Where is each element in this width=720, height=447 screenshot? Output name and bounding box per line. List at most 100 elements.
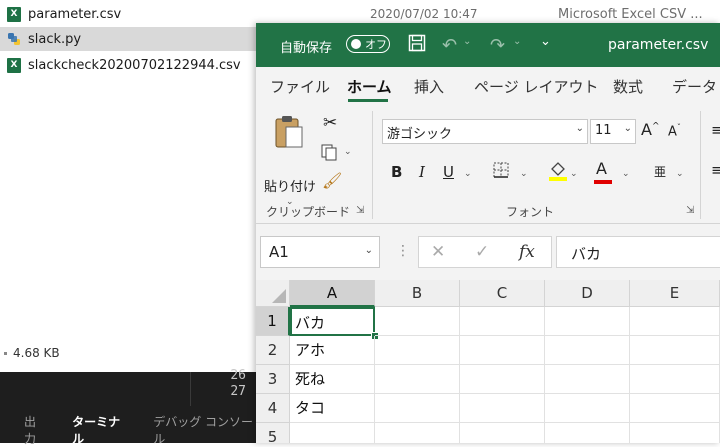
chevron-down-icon[interactable]: ⌄ xyxy=(344,147,352,157)
fill-color-icon[interactable] xyxy=(548,159,568,185)
format-painter-icon[interactable]: 🖌 xyxy=(322,171,342,190)
dialog-launcher-icon[interactable]: ⇲ xyxy=(686,205,694,216)
cell[interactable] xyxy=(375,423,460,443)
row-header-1[interactable]: 1 xyxy=(256,307,290,336)
column-header-d[interactable]: D xyxy=(545,280,630,307)
undo-icon[interactable]: ↶ xyxy=(442,35,457,56)
tab-insert[interactable]: 挿入 xyxy=(414,76,444,97)
chevron-down-icon[interactable]: ⌄ xyxy=(676,169,684,179)
cell-a5[interactable] xyxy=(290,423,375,443)
row-header-5[interactable]: 5 xyxy=(256,423,290,443)
worksheet-grid: A B C D E 1 2 3 4 5 バカ アホ 死ね タコ xyxy=(256,280,720,443)
save-icon[interactable] xyxy=(408,34,426,57)
cell-a4[interactable]: タコ xyxy=(290,394,375,423)
row-header-2[interactable]: 2 xyxy=(256,336,290,365)
font-color-swatch xyxy=(594,180,612,184)
tab-formulas[interactable]: 数式 xyxy=(613,76,643,97)
italic-icon[interactable]: I xyxy=(419,163,425,181)
cell-a1[interactable]: バカ xyxy=(290,307,375,336)
cell-a2[interactable]: アホ xyxy=(290,336,375,365)
borders-icon[interactable] xyxy=(492,161,510,183)
copy-icon[interactable] xyxy=(320,143,338,165)
cell[interactable] xyxy=(375,336,460,365)
file-name: parameter.csv xyxy=(28,6,122,22)
cell[interactable] xyxy=(630,423,720,443)
cell[interactable] xyxy=(545,365,630,394)
terminal-panel: 26 27 出力 ターミナル デバッグ コンソール xyxy=(0,368,256,446)
cell[interactable] xyxy=(375,307,460,336)
cell[interactable] xyxy=(460,365,545,394)
insert-function-icon[interactable]: fx xyxy=(519,242,535,262)
group-label-clipboard: クリップボード xyxy=(266,205,351,219)
tab-home[interactable]: ホーム xyxy=(347,76,392,97)
font-name-select[interactable]: 游ゴシック ⌄ xyxy=(382,119,588,144)
chevron-down-icon[interactable]: ⌄ xyxy=(464,169,472,179)
autosave-toggle[interactable]: オフ xyxy=(346,35,390,53)
cell[interactable] xyxy=(630,365,720,394)
cell[interactable] xyxy=(545,423,630,443)
cell[interactable] xyxy=(545,394,630,423)
bold-icon[interactable]: B xyxy=(391,163,402,181)
tab-terminal[interactable]: ターミナル xyxy=(72,413,127,447)
grow-font-icon[interactable]: A^ xyxy=(641,120,660,139)
paste-icon[interactable] xyxy=(274,113,304,155)
font-color-icon[interactable]: A xyxy=(596,159,607,178)
row-header-3[interactable]: 3 xyxy=(256,365,290,394)
dialog-launcher-icon[interactable]: ⇲ xyxy=(356,205,364,216)
cell-a3[interactable]: 死ね xyxy=(290,365,375,394)
cell[interactable] xyxy=(460,423,545,443)
chevron-down-icon[interactable]: ⌄ xyxy=(520,169,528,179)
select-all-button[interactable] xyxy=(256,280,290,307)
enter-icon[interactable]: ✓ xyxy=(475,242,489,262)
column-header-b[interactable]: B xyxy=(375,280,460,307)
column-header-a[interactable]: A xyxy=(290,280,375,307)
tab-page-layout[interactable]: ページ レイアウト xyxy=(474,76,598,97)
formula-input[interactable]: バカ xyxy=(556,236,720,268)
chevron-down-icon[interactable]: ⌄ xyxy=(463,36,471,47)
file-row-slack-py[interactable]: slack.py xyxy=(0,27,256,51)
tab-output[interactable]: 出力 xyxy=(24,413,46,447)
cell[interactable] xyxy=(630,307,720,336)
column-header-c[interactable]: C xyxy=(460,280,545,307)
chevron-down-icon: ⌄ xyxy=(364,245,373,256)
cell[interactable] xyxy=(545,336,630,365)
cell[interactable] xyxy=(630,336,720,365)
cell[interactable] xyxy=(545,307,630,336)
file-row-slackcheck-csv[interactable]: X slackcheck20200702122944.csv xyxy=(0,53,256,77)
cell[interactable] xyxy=(460,307,545,336)
redo-icon[interactable]: ↷ xyxy=(490,35,505,56)
file-type: Microsoft Excel CSV ... xyxy=(558,6,703,22)
cancel-icon[interactable]: ✕ xyxy=(431,242,445,262)
cell[interactable] xyxy=(460,394,545,423)
shrink-font-icon[interactable]: Aˇ xyxy=(668,123,681,139)
font-size-select[interactable]: 11 ⌄ xyxy=(590,119,636,144)
column-header-e[interactable]: E xyxy=(630,280,720,307)
chevron-down-icon[interactable]: ⌄ xyxy=(570,169,578,179)
customize-qat-icon[interactable]: ⌄ xyxy=(540,34,551,49)
chevron-down-icon: ⌄ xyxy=(623,123,632,134)
tab-file[interactable]: ファイル xyxy=(270,76,330,97)
tab-data[interactable]: データ xyxy=(672,76,717,97)
tab-debug-console[interactable]: デバッグ コンソール xyxy=(153,413,256,447)
phonetic-guide-icon[interactable]: 亜 xyxy=(654,163,666,180)
chevron-down-icon[interactable]: ⌄ xyxy=(513,36,521,47)
cut-icon[interactable]: ✂ xyxy=(323,113,337,133)
cell[interactable] xyxy=(630,394,720,423)
chevron-down-icon[interactable]: ⌄ xyxy=(622,169,630,179)
name-box[interactable]: A1 ⌄ xyxy=(260,236,380,268)
paste-label[interactable]: 貼り付け xyxy=(264,176,316,195)
cell[interactable] xyxy=(375,365,460,394)
row-header-4[interactable]: 4 xyxy=(256,394,290,423)
python-file-icon xyxy=(6,31,22,47)
cell[interactable] xyxy=(460,336,545,365)
cell[interactable] xyxy=(375,394,460,423)
align-icon[interactable]: ≡ xyxy=(711,161,720,179)
formula-bar: A1 ⌄ ⋮ ✕ ✓ fx バカ xyxy=(256,224,720,280)
toggle-knob xyxy=(351,39,361,49)
autosave-label: 自動保存 xyxy=(280,41,333,56)
underline-icon[interactable]: U xyxy=(443,163,454,181)
chevron-down-icon: ⌄ xyxy=(575,123,584,134)
drag-handle-icon[interactable]: ⋮ xyxy=(396,243,410,259)
align-icon[interactable]: ≡ xyxy=(711,121,720,139)
excel-window: 自動保存 オフ ↶ ⌄ ↷ ⌄ ⌄ parameter.csv ファイル ホーム… xyxy=(256,23,720,443)
